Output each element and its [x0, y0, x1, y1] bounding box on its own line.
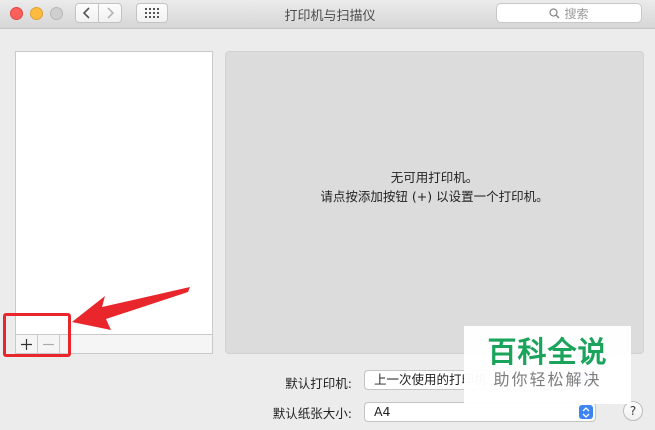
watermark: 百科全说 助你轻松解决	[464, 326, 631, 404]
annotation-highlight-box	[3, 313, 71, 357]
window-title: 打印机与扫描仪	[284, 9, 376, 24]
back-button[interactable]	[75, 3, 99, 23]
printer-detail-panel: 无可用打印机。 请点按添加按钮 (+) 以设置一个打印机。	[225, 51, 644, 354]
search-icon	[549, 7, 561, 19]
watermark-subtitle: 助你轻松解决	[493, 370, 602, 389]
title-bar: 打印机与扫描仪 搜索	[0, 0, 655, 29]
default-paper-label: 默认纸张大小:	[272, 406, 352, 421]
printers-scanners-window: 打印机与扫描仪 搜索 无可用打印机。 请点按添加按钮 (+) 以设置一个打印机。	[0, 0, 655, 430]
close-icon[interactable]	[10, 7, 23, 20]
no-printers-message: 无可用打印机。 请点按添加按钮 (+) 以设置一个打印机。	[226, 168, 643, 206]
default-printer-label: 默认打印机:	[285, 376, 352, 391]
printer-list[interactable]	[15, 51, 213, 335]
zoom-icon[interactable]	[50, 7, 63, 20]
chevron-left-icon	[82, 7, 90, 19]
watermark-title: 百科全说	[487, 335, 608, 369]
search-input[interactable]: 搜索	[496, 3, 642, 23]
chevron-updown-icon	[579, 405, 593, 419]
default-paper-select[interactable]: A4	[364, 402, 596, 422]
minimize-icon[interactable]	[30, 7, 43, 20]
grid-icon	[145, 8, 159, 18]
help-button[interactable]: ?	[623, 401, 643, 421]
no-printers-title: 无可用打印机。	[390, 170, 479, 185]
chevron-right-icon	[107, 7, 115, 19]
search-placeholder: 搜索	[564, 6, 589, 21]
show-all-button[interactable]	[136, 3, 168, 23]
default-paper-value: A4	[374, 404, 391, 419]
no-printers-hint: 请点按添加按钮 (+) 以设置一个打印机。	[320, 189, 549, 204]
forward-button[interactable]	[98, 3, 122, 23]
